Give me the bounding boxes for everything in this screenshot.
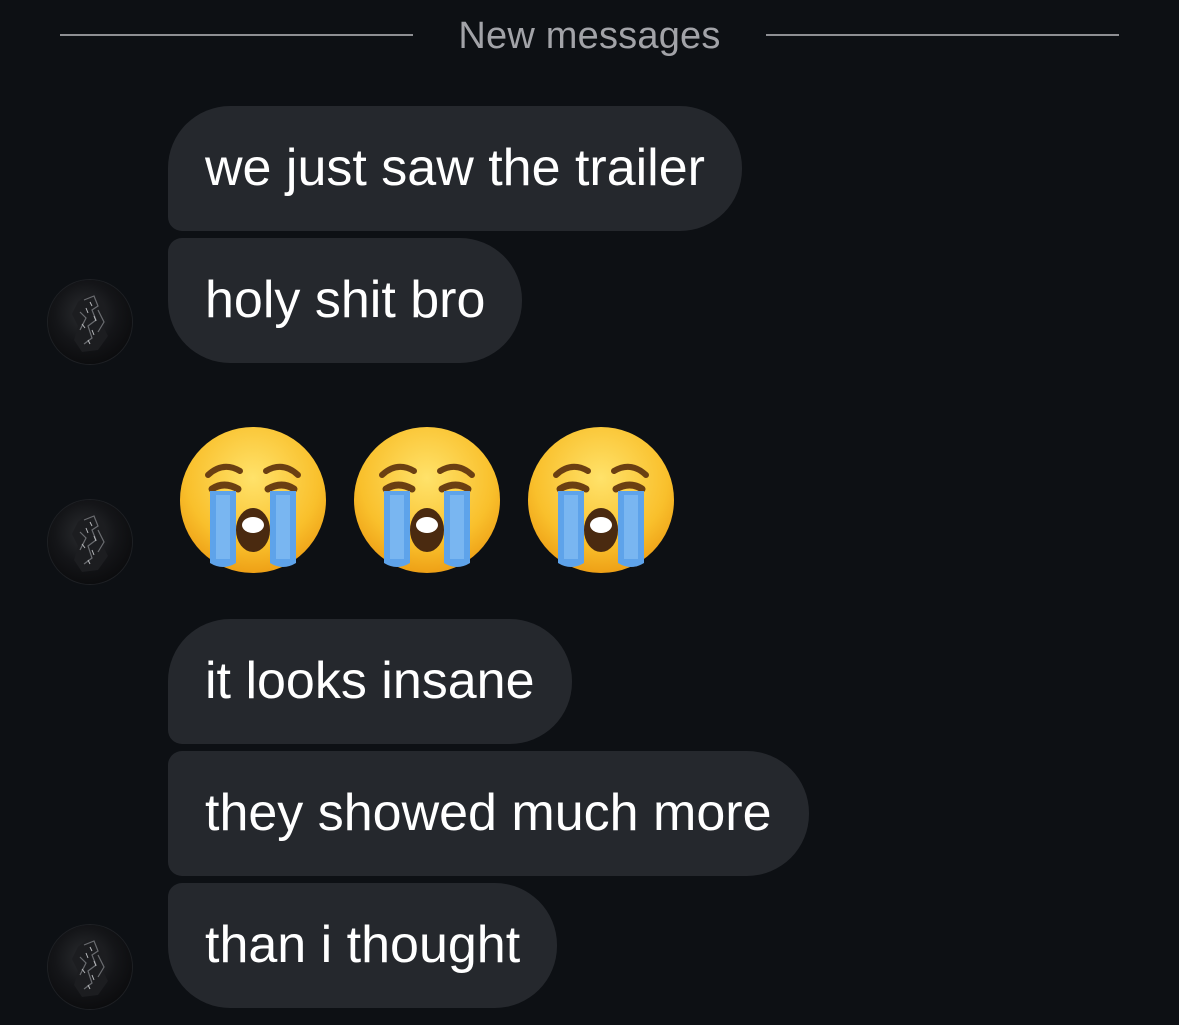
message-bubble[interactable]: it looks insane xyxy=(168,619,572,744)
sender-avatar[interactable] xyxy=(48,280,132,364)
loudly-crying-face-icon xyxy=(354,427,500,573)
message-bubble[interactable]: they showed much more xyxy=(168,751,809,876)
sender-avatar[interactable] xyxy=(48,500,132,584)
divider-line-right xyxy=(766,34,1119,36)
sender-avatar[interactable] xyxy=(48,925,132,1009)
divider-line-left xyxy=(60,34,413,36)
message-bubble[interactable]: holy shit bro xyxy=(168,238,523,363)
loudly-crying-face-icon xyxy=(180,427,326,573)
divider-label: New messages xyxy=(458,15,721,57)
new-messages-divider: New messages xyxy=(0,0,1179,72)
message-bubble[interactable]: than i thought xyxy=(168,883,558,1008)
message-bubble[interactable]: we just saw the trailer xyxy=(168,106,742,231)
loudly-crying-face-icon xyxy=(528,427,674,573)
